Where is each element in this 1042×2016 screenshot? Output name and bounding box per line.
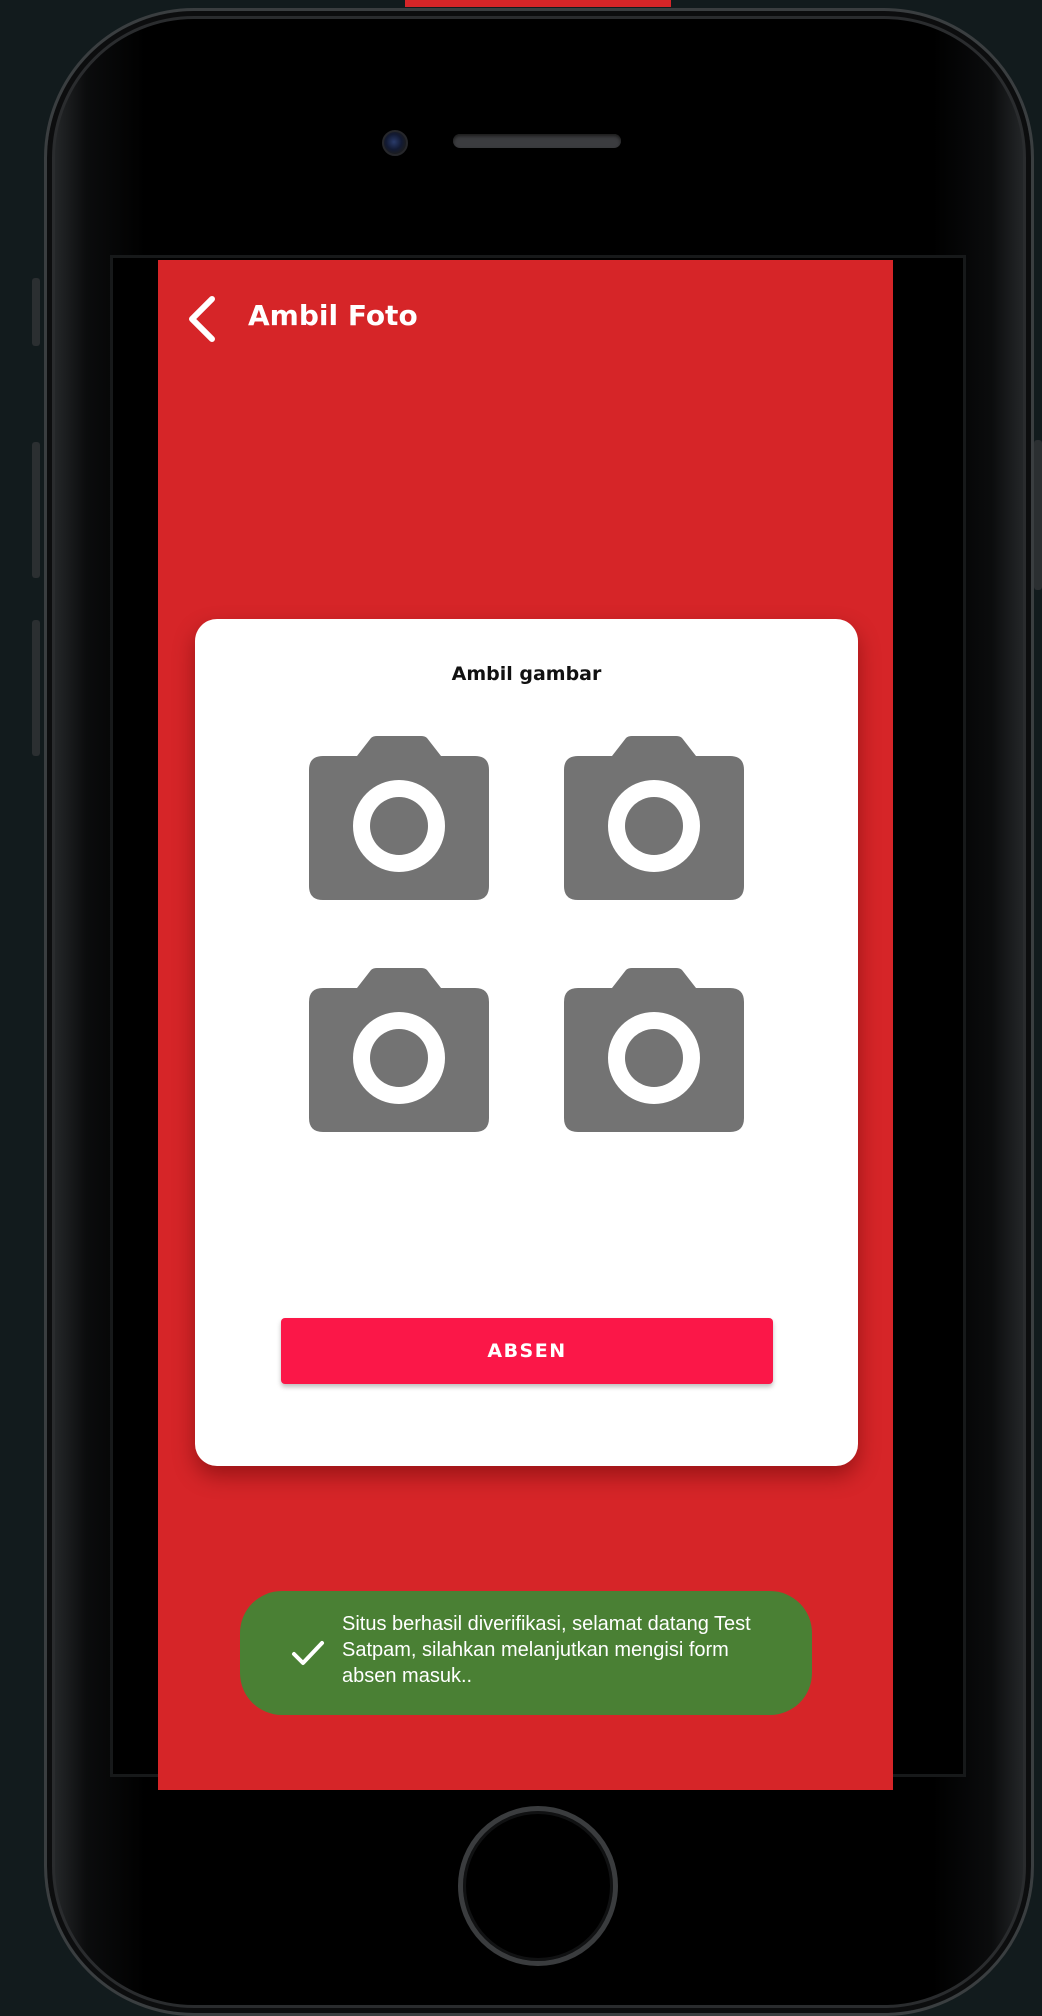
camera-icon: [564, 736, 744, 900]
camera-icon: [309, 968, 489, 1132]
earpiece-speaker: [453, 134, 621, 148]
page-title: Ambil Foto: [248, 299, 418, 332]
photo-slot-2[interactable]: [564, 736, 744, 900]
home-button[interactable]: [458, 1806, 618, 1966]
top-accent-strip: [405, 0, 671, 7]
chevron-left-icon: [189, 296, 215, 342]
camera-icon: [564, 968, 744, 1132]
back-button[interactable]: [180, 292, 224, 346]
photo-slot-4[interactable]: [564, 968, 744, 1132]
app-bar: Ambil Foto: [158, 260, 893, 380]
check-icon: [292, 1641, 324, 1665]
toast-message: Situs berhasil diverifikasi, selamat dat…: [342, 1613, 751, 1687]
photo-slot-3[interactable]: [309, 968, 489, 1132]
phone-mute-switch: [32, 278, 40, 346]
phone-power-button: [1034, 440, 1042, 590]
phone-volume-down: [32, 620, 40, 756]
camera-icon: [309, 736, 489, 900]
app-screen: Ambil Foto Ambil gambar ABSEN Situs berh…: [158, 260, 893, 1790]
absen-button[interactable]: ABSEN: [281, 1318, 773, 1384]
toast-notification: Situs berhasil diverifikasi, selamat dat…: [240, 1591, 812, 1715]
front-camera-lens: [382, 130, 408, 156]
photo-slot-1[interactable]: [309, 736, 489, 900]
card-title: Ambil gambar: [451, 663, 602, 685]
phone-volume-up: [32, 442, 40, 578]
photo-card: Ambil gambar ABSEN: [195, 619, 858, 1466]
